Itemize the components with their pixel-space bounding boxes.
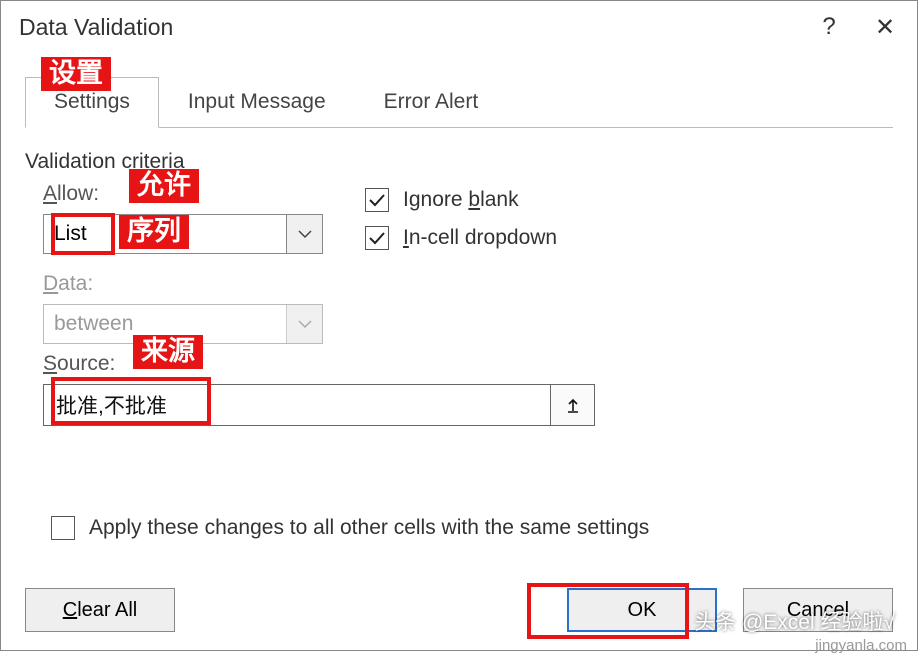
- apply-all-checkbox[interactable]: [51, 516, 75, 540]
- help-button[interactable]: ?: [801, 13, 857, 41]
- chevron-down-icon: [298, 229, 312, 239]
- source-input[interactable]: 批准,不批准: [44, 385, 550, 425]
- range-picker-button[interactable]: [550, 385, 594, 425]
- data-dropdown-button: [286, 305, 322, 343]
- chevron-down-icon: [298, 319, 312, 329]
- data-combo: between: [43, 304, 323, 344]
- watermark-line2: jingyanla.com: [815, 637, 907, 654]
- source-label: Source:: [43, 352, 893, 376]
- tab-error-alert[interactable]: Error Alert: [355, 77, 508, 127]
- dialog-content: Settings Input Message Error Alert Valid…: [1, 77, 917, 540]
- range-picker-icon: [565, 397, 581, 413]
- ignore-blank-checkbox[interactable]: [365, 188, 389, 212]
- data-validation-dialog: Data Validation ? ✕ Settings Input Messa…: [0, 0, 918, 651]
- allow-dropdown-button[interactable]: [286, 215, 322, 253]
- data-value: between: [44, 305, 286, 343]
- incell-dropdown-label: In-cell dropdown: [403, 226, 557, 250]
- button-bar: Clear All OK Cancel: [25, 588, 893, 632]
- dialog-title: Data Validation: [19, 14, 801, 41]
- allow-label: Allow:: [43, 182, 365, 206]
- apply-all-row: Apply these changes to all other cells w…: [51, 516, 893, 540]
- tab-input-message[interactable]: Input Message: [159, 77, 355, 127]
- allow-value: List: [44, 215, 286, 253]
- ignore-blank-row: Ignore blank: [365, 188, 557, 212]
- apply-all-label: Apply these changes to all other cells w…: [89, 516, 649, 540]
- ignore-blank-label: Ignore blank: [403, 188, 519, 212]
- allow-combo[interactable]: List: [43, 214, 323, 254]
- tab-strip: Settings Input Message Error Alert: [25, 77, 893, 128]
- tab-settings[interactable]: Settings: [25, 77, 159, 128]
- clear-all-button[interactable]: Clear All: [25, 588, 175, 632]
- validation-criteria-label: Validation criteria: [25, 150, 893, 174]
- cancel-button[interactable]: Cancel: [743, 588, 893, 632]
- incell-dropdown-checkbox[interactable]: [365, 226, 389, 250]
- titlebar: Data Validation ? ✕: [1, 1, 917, 53]
- ok-button[interactable]: OK: [567, 588, 717, 632]
- check-icon: [368, 231, 386, 245]
- data-label: Data:: [43, 272, 893, 296]
- incell-dropdown-row: In-cell dropdown: [365, 226, 557, 250]
- source-input-wrapper: 批准,不批准: [43, 384, 595, 426]
- close-button[interactable]: ✕: [857, 13, 913, 42]
- check-icon: [368, 193, 386, 207]
